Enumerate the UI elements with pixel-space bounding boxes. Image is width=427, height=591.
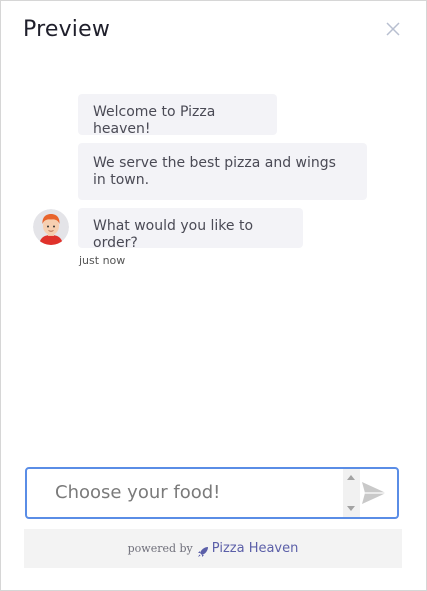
page-title: Preview	[23, 17, 111, 42]
message-timestamp: just now	[79, 254, 126, 267]
scroll-down-icon[interactable]	[347, 506, 355, 511]
chat-preview-panel: Preview Welcome to Pizza heaven! We serv…	[0, 0, 427, 591]
chat-message: We serve the best pizza and wings in tow…	[78, 143, 367, 200]
powered-by-label: powered by	[127, 542, 193, 555]
brand-name[interactable]: Pizza Heaven	[212, 541, 299, 556]
scroll-up-icon[interactable]	[347, 475, 355, 480]
bot-avatar-icon	[33, 209, 69, 245]
close-icon[interactable]	[385, 21, 401, 37]
chat-message: What would you like to order?	[78, 208, 303, 251]
input-scrollbar[interactable]	[343, 469, 360, 517]
rocket-icon	[197, 543, 209, 557]
message-input-box	[25, 467, 399, 519]
chat-message: Welcome to Pizza heaven!	[78, 94, 277, 137]
message-input[interactable]	[27, 469, 343, 517]
powered-by-footer: powered by Pizza Heaven	[24, 529, 402, 568]
send-icon[interactable]	[361, 481, 387, 505]
